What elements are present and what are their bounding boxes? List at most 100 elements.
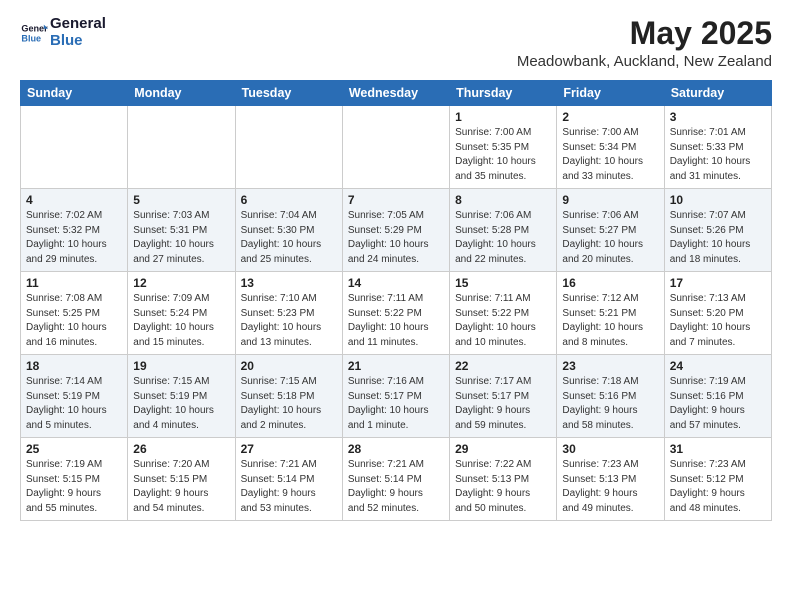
calendar-cell: 30 Sunrise: 7:23 AM Sunset: 5:13 PM Dayli… [557,438,664,521]
weekday-header-wednesday: Wednesday [342,81,449,106]
cell-content: Sunrise: 7:14 AM Sunset: 5:19 PM Dayligh… [26,375,122,433]
svg-text:Blue: Blue [21,33,41,43]
calendar-table: SundayMondayTuesdayWednesdayThursdayFrid… [20,80,772,521]
calendar-cell: 26Sunrise: 7:20 AM Sunset: 5:15 PM Dayli… [128,438,235,521]
day-number: 24 [670,359,766,373]
location: Meadowbank, Auckland, New Zealand [517,53,772,70]
month-title: May 2025 [517,16,772,51]
calendar-cell: 10 Sunrise: 7:07 AM Sunset: 5:26 PM Dayli… [664,189,771,272]
day-number: 29 [455,442,551,456]
cell-content: Sunrise: 7:09 AM Sunset: 5:24 PM Dayligh… [133,292,229,350]
cell-content: Sunrise: 7:06 AM Sunset: 5:28 PM Dayligh… [455,209,551,267]
week-row-4: 18 Sunrise: 7:14 AM Sunset: 5:19 PM Dayli… [21,355,772,438]
cell-content: Sunrise: 7:07 AM Sunset: 5:26 PM Dayligh… [670,209,766,267]
day-number: 6 [241,193,337,207]
cell-content: Sunrise: 7:15 AM Sunset: 5:19 PM Dayligh… [133,375,229,433]
cell-content: Sunrise: 7:13 AM Sunset: 5:20 PM Dayligh… [670,292,766,350]
day-number: 5 [133,193,229,207]
calendar-cell: 7 Sunrise: 7:05 AM Sunset: 5:29 PM Daylig… [342,189,449,272]
cell-content: Sunrise: 7:04 AM Sunset: 5:30 PM Dayligh… [241,209,337,267]
calendar-cell [235,106,342,189]
weekday-header-monday: Monday [128,81,235,106]
calendar-cell: 4 Sunrise: 7:02 AM Sunset: 5:32 PM Daylig… [21,189,128,272]
day-number: 15 [455,276,551,290]
cell-content: Sunrise: 7:21 AM Sunset: 5:14 PM Dayligh… [241,458,337,516]
title-block: May 2025 Meadowbank, Auckland, New Zeala… [517,16,772,70]
calendar-cell: 11 Sunrise: 7:08 AM Sunset: 5:25 PM Dayli… [21,272,128,355]
cell-content: Sunrise: 7:01 AM Sunset: 5:33 PM Dayligh… [670,126,766,184]
calendar-cell: 27Sunrise: 7:21 AM Sunset: 5:14 PM Dayli… [235,438,342,521]
cell-content: Sunrise: 7:10 AM Sunset: 5:23 PM Dayligh… [241,292,337,350]
weekday-header-thursday: Thursday [450,81,557,106]
cell-content: Sunrise: 7:00 AM Sunset: 5:34 PM Dayligh… [562,126,658,184]
cell-content: Sunrise: 7:19 AM Sunset: 5:16 PM Dayligh… [670,375,766,433]
calendar-cell: 1 Sunrise: 7:00 AM Sunset: 5:35 PM Daylig… [450,106,557,189]
calendar-cell: 8 Sunrise: 7:06 AM Sunset: 5:28 PM Daylig… [450,189,557,272]
cell-content: Sunrise: 7:05 AM Sunset: 5:29 PM Dayligh… [348,209,444,267]
day-number: 4 [26,193,122,207]
week-row-5: 25 Sunrise: 7:19 AM Sunset: 5:15 PM Dayli… [21,438,772,521]
day-number: 7 [348,193,444,207]
calendar-cell: 28Sunrise: 7:21 AM Sunset: 5:14 PM Dayli… [342,438,449,521]
day-number: 2 [562,110,658,124]
cell-content: Sunrise: 7:11 AM Sunset: 5:22 PM Dayligh… [455,292,551,350]
day-number: 21 [348,359,444,373]
cell-content: Sunrise: 7:12 AM Sunset: 5:21 PM Dayligh… [562,292,658,350]
weekday-header-tuesday: Tuesday [235,81,342,106]
day-number: 19 [133,359,229,373]
day-number: 10 [670,193,766,207]
cell-content: Sunrise: 7:08 AM Sunset: 5:25 PM Dayligh… [26,292,122,350]
cell-content: Sunrise: 7:19 AM Sunset: 5:15 PM Dayligh… [26,458,122,516]
calendar-cell: 15 Sunrise: 7:11 AM Sunset: 5:22 PM Dayli… [450,272,557,355]
calendar-cell: 2 Sunrise: 7:00 AM Sunset: 5:34 PM Daylig… [557,106,664,189]
cell-content: Sunrise: 7:11 AM Sunset: 5:22 PM Dayligh… [348,292,444,350]
day-number: 12 [133,276,229,290]
calendar-cell: 24 Sunrise: 7:19 AM Sunset: 5:16 PM Dayli… [664,355,771,438]
weekday-header-row: SundayMondayTuesdayWednesdayThursdayFrid… [21,81,772,106]
calendar-cell: 18 Sunrise: 7:14 AM Sunset: 5:19 PM Dayli… [21,355,128,438]
cell-content: Sunrise: 7:00 AM Sunset: 5:35 PM Dayligh… [455,126,551,184]
cell-content: Sunrise: 7:03 AM Sunset: 5:31 PM Dayligh… [133,209,229,267]
day-number: 20 [241,359,337,373]
calendar-cell: 12 Sunrise: 7:09 AM Sunset: 5:24 PM Dayli… [128,272,235,355]
logo-general: General [50,16,106,33]
calendar-cell: 6 Sunrise: 7:04 AM Sunset: 5:30 PM Daylig… [235,189,342,272]
day-number: 8 [455,193,551,207]
cell-content: Sunrise: 7:23 AM Sunset: 5:13 PM Dayligh… [562,458,658,516]
cell-content: Sunrise: 7:22 AM Sunset: 5:13 PM Dayligh… [455,458,551,516]
day-number: 16 [562,276,658,290]
weekday-header-saturday: Saturday [664,81,771,106]
cell-content: Sunrise: 7:16 AM Sunset: 5:17 PM Dayligh… [348,375,444,433]
calendar-cell: 25 Sunrise: 7:19 AM Sunset: 5:15 PM Dayli… [21,438,128,521]
calendar-cell [21,106,128,189]
calendar-cell: 22Sunrise: 7:17 AM Sunset: 5:17 PM Dayli… [450,355,557,438]
day-number: 11 [26,276,122,290]
calendar-cell: 9Sunrise: 7:06 AM Sunset: 5:27 PM Daylig… [557,189,664,272]
calendar-cell: 5 Sunrise: 7:03 AM Sunset: 5:31 PM Daylig… [128,189,235,272]
page: General Blue General Blue May 2025 Meado… [0,0,792,537]
calendar-cell: 21 Sunrise: 7:16 AM Sunset: 5:17 PM Dayli… [342,355,449,438]
logo: General Blue General Blue [20,16,106,49]
calendar-cell [128,106,235,189]
calendar-cell: 13Sunrise: 7:10 AM Sunset: 5:23 PM Dayli… [235,272,342,355]
calendar-cell: 19 Sunrise: 7:15 AM Sunset: 5:19 PM Dayli… [128,355,235,438]
cell-content: Sunrise: 7:02 AM Sunset: 5:32 PM Dayligh… [26,209,122,267]
weekday-header-sunday: Sunday [21,81,128,106]
calendar-cell: 20Sunrise: 7:15 AM Sunset: 5:18 PM Dayli… [235,355,342,438]
day-number: 14 [348,276,444,290]
week-row-1: 1 Sunrise: 7:00 AM Sunset: 5:35 PM Daylig… [21,106,772,189]
day-number: 30 [562,442,658,456]
day-number: 9 [562,193,658,207]
day-number: 18 [26,359,122,373]
day-number: 3 [670,110,766,124]
day-number: 1 [455,110,551,124]
week-row-2: 4 Sunrise: 7:02 AM Sunset: 5:32 PM Daylig… [21,189,772,272]
header: General Blue General Blue May 2025 Meado… [20,16,772,70]
calendar-cell: 31Sunrise: 7:23 AM Sunset: 5:12 PM Dayli… [664,438,771,521]
day-number: 26 [133,442,229,456]
day-number: 25 [26,442,122,456]
day-number: 28 [348,442,444,456]
calendar-cell: 17Sunrise: 7:13 AM Sunset: 5:20 PM Dayli… [664,272,771,355]
weekday-header-friday: Friday [557,81,664,106]
calendar-cell: 16 Sunrise: 7:12 AM Sunset: 5:21 PM Dayli… [557,272,664,355]
